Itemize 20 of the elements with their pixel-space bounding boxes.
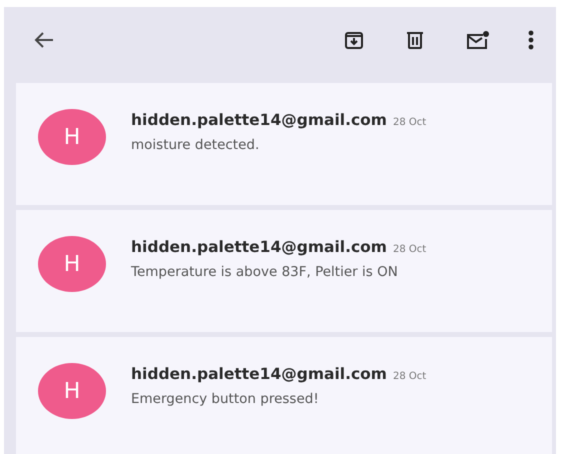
message-snippet: moisture detected. (131, 137, 260, 153)
mail-icon[interactable] (466, 30, 490, 50)
sender-email: hidden.palette14@gmail.com (131, 365, 387, 383)
archive-icon[interactable] (344, 30, 364, 50)
back-arrow-icon[interactable] (34, 31, 54, 49)
message-date: 28 Oct (392, 371, 426, 382)
message-snippet: Emergency button pressed! (131, 391, 320, 407)
delete-icon[interactable] (407, 30, 423, 50)
message-snippet: Temperature is above 83F, Peltier is ON (131, 264, 399, 280)
message-card[interactable]: H hidden.palette14@gmail.com 28 Oct moisture detected. (16, 83, 552, 205)
message-date: 28 Oct (392, 117, 426, 128)
avatar: H (38, 236, 106, 292)
sender-email: hidden.palette14@gmail.com (131, 238, 387, 256)
message-date: 28 Oct (392, 244, 426, 255)
message-card[interactable]: H hidden.palette14@gmail.com 28 Oct Temperature is above 83F, Peltier is ON (16, 210, 552, 332)
message-card[interactable]: H hidden.palette14@gmail.com 28 Oct Emergency button pressed! (16, 337, 552, 454)
avatar: H (38, 363, 106, 419)
sender-email: hidden.palette14@gmail.com (131, 111, 387, 129)
more-icon[interactable] (528, 30, 534, 50)
avatar: H (38, 109, 106, 165)
